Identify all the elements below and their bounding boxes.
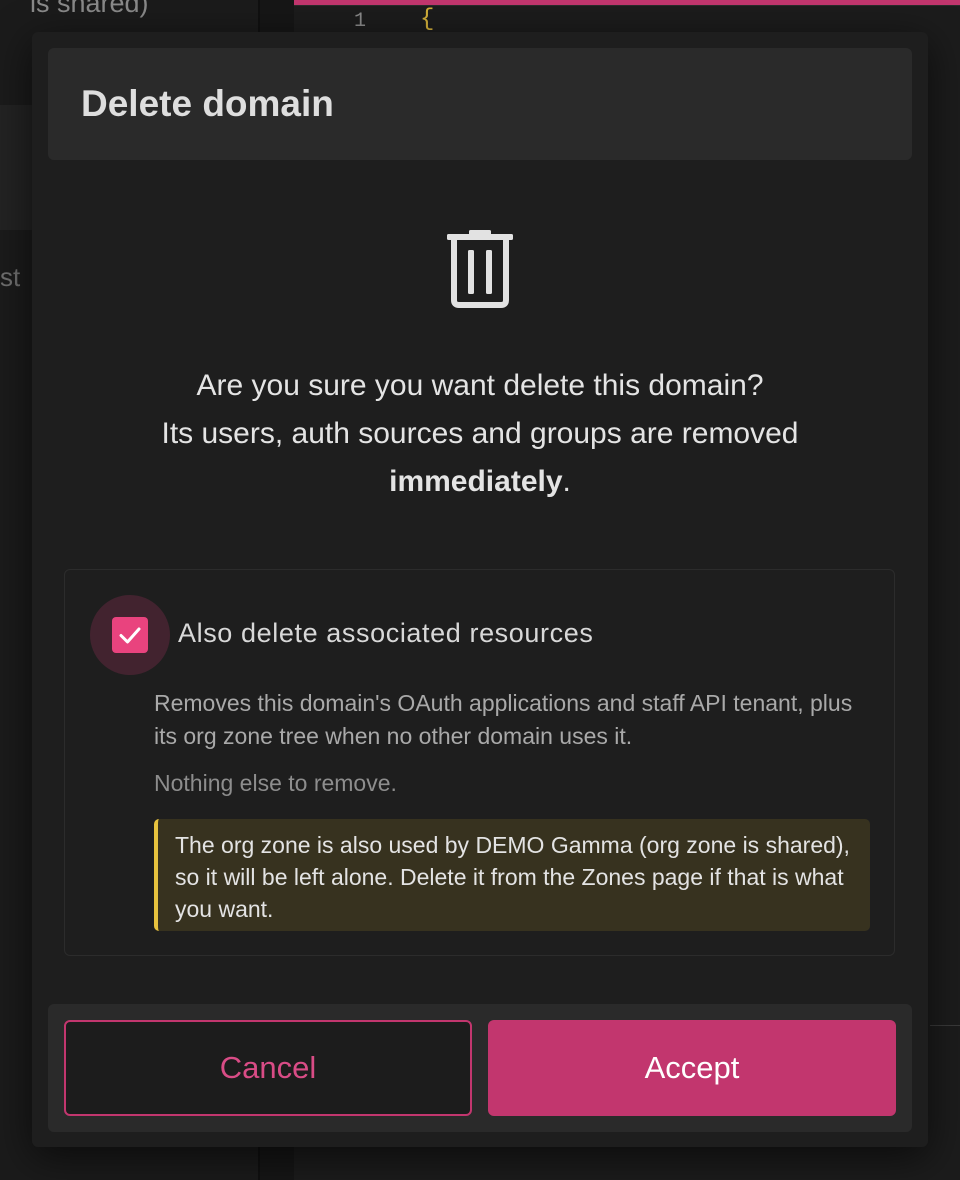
dialog-footer: Cancel Accept	[48, 1004, 912, 1132]
message-punctuation: .	[562, 465, 571, 498]
delete-options-panel: Also delete associated resources Removes…	[64, 569, 895, 956]
confirmation-message: Are you sure you want delete this domain…	[32, 362, 928, 506]
editor-code-text: {	[420, 6, 435, 33]
shared-zone-warning: The org zone is also used by DEMO Gamma …	[154, 819, 870, 931]
dialog-header: Delete domain	[48, 48, 912, 160]
editor-border	[294, 5, 960, 6]
message-emphasis: immediately	[389, 465, 563, 498]
delete-resources-label[interactable]: Also delete associated resources	[178, 618, 593, 649]
delete-domain-dialog: Delete domain Are you sure you want dele…	[32, 32, 928, 1147]
trash-icon	[447, 230, 513, 308]
background-text: is shared)	[30, 0, 149, 18]
message-line: Are you sure you want delete this domain…	[196, 369, 764, 402]
background-divider	[930, 1025, 960, 1026]
accept-button[interactable]: Accept	[488, 1020, 896, 1116]
message-line: immediately.	[32, 458, 928, 506]
message-line: Its users, auth sources and groups are r…	[161, 417, 799, 450]
editor-line-number: 1	[354, 10, 367, 33]
check-icon	[119, 627, 141, 644]
delete-resources-checkbox[interactable]	[112, 617, 148, 653]
option-description: Removes this domain's OAuth applications…	[154, 690, 853, 749]
dialog-title: Delete domain	[81, 83, 334, 124]
option-note: Nothing else to remove.	[154, 770, 397, 796]
background-side-text: st	[0, 262, 21, 292]
cancel-button[interactable]: Cancel	[64, 1020, 472, 1116]
